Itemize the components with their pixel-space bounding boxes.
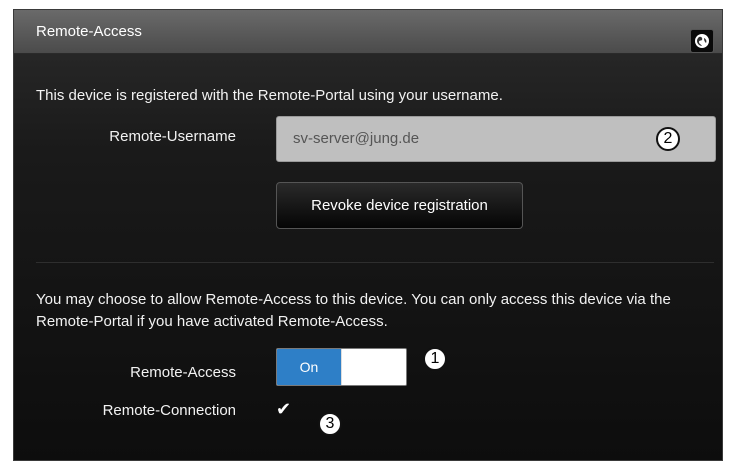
section-divider	[36, 262, 714, 263]
badge-1: 1	[423, 347, 447, 371]
remote-username-field[interactable]: sv-server@jung.de	[276, 116, 716, 162]
globe-button[interactable]	[690, 29, 714, 53]
remote-username-label: Remote-Username	[109, 128, 236, 145]
toggle-knob[interactable]	[341, 349, 406, 385]
panel-title: Remote-Access	[36, 23, 142, 40]
checkmark-icon: ✔	[276, 399, 292, 419]
remote-access-info-text: You may choose to allow Remote-Access to…	[36, 291, 671, 330]
badge-3: 3	[318, 412, 342, 436]
revoke-registration-button[interactable]: Revoke device registration	[276, 182, 523, 229]
remote-access-panel: Remote-Access This device is registered …	[13, 9, 723, 461]
remote-connection-label: Remote-Connection	[102, 402, 236, 419]
remote-access-label: Remote-Access	[130, 364, 236, 381]
panel-header: Remote-Access	[14, 10, 722, 54]
badge-2: 2	[656, 127, 680, 151]
globe-icon	[695, 34, 709, 48]
registration-info-text: This device is registered with the Remot…	[36, 87, 503, 104]
toggle-on-label: On	[277, 349, 341, 385]
remote-access-toggle[interactable]: On	[276, 348, 407, 386]
